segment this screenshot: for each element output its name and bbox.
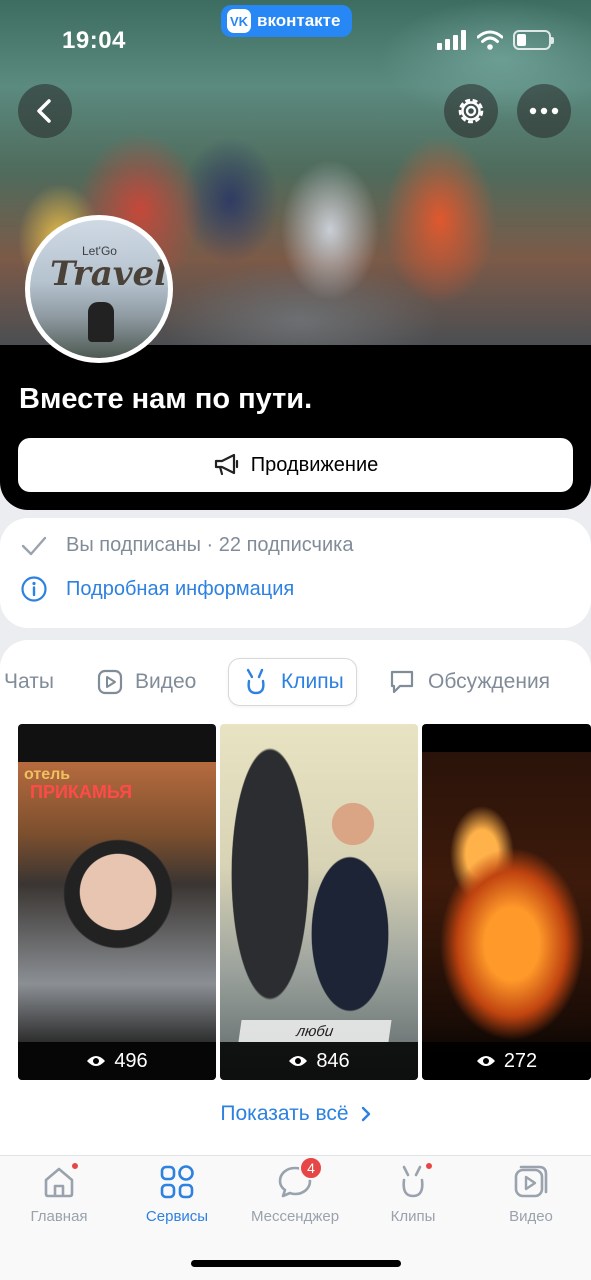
details-link[interactable]: Подробная информация — [20, 575, 294, 603]
nav-label: Главная — [30, 1208, 88, 1225]
tab-label: Обсуждения — [428, 670, 551, 693]
tab-label: Чаты — [4, 670, 54, 693]
show-all-label: Показать всё — [220, 1102, 349, 1125]
nav-item-home[interactable]: Главная — [0, 1162, 118, 1232]
nav-label: Мессенджер — [250, 1208, 340, 1225]
show-all-link[interactable]: Показать всё — [0, 1102, 591, 1126]
nav-label: Сервисы — [145, 1208, 209, 1225]
subscription-status[interactable]: Вы подписаны · 22 подписчика — [20, 534, 353, 557]
nav-label: Клипы — [390, 1208, 436, 1225]
subscription-text: Вы подписаны · 22 подписчика — [66, 534, 354, 556]
tab-discussions[interactable]: Обсуждения — [388, 658, 550, 706]
clip-views-count: 846 — [316, 1049, 350, 1072]
discussion-icon — [390, 670, 414, 694]
content-tabs: Чаты Видео Клипы Обсуждения — [0, 658, 591, 706]
avatar-person-figure — [88, 302, 114, 342]
nav-item-video[interactable]: Видео — [472, 1162, 590, 1232]
nav-item-clips[interactable]: Клипы — [354, 1162, 472, 1232]
clips-icon — [246, 668, 265, 695]
eye-icon — [87, 1056, 106, 1066]
tab-video[interactable]: Видео — [97, 658, 196, 706]
promotion-button-label: Продвижение — [250, 453, 379, 476]
promotion-button[interactable]: Продвижение — [18, 438, 573, 492]
check-icon — [21, 536, 47, 555]
video-icon — [511, 1162, 551, 1202]
settings-button[interactable] — [444, 84, 498, 138]
clip-views-count: 496 — [114, 1049, 148, 1072]
avatar-title-text: Travel — [50, 254, 168, 294]
messenger-icon: 4 — [275, 1156, 323, 1202]
clip-card[interactable]: отель ПРИКАМЬЯ 496 — [18, 724, 216, 1080]
clip-sign-text: ПРИКАМЬЯ — [30, 782, 133, 802]
tab-label: Клипы — [281, 670, 344, 693]
unread-badge: 4 — [299, 1156, 323, 1180]
status-icons — [437, 30, 554, 50]
battery-icon — [513, 30, 554, 50]
status-time: 19:04 — [62, 27, 126, 54]
group-avatar[interactable]: Let'Go Travel — [25, 215, 173, 363]
nav-item-messenger[interactable]: 4 Мессенджер — [236, 1156, 354, 1232]
details-link-label: Подробная информация — [66, 577, 295, 600]
eye-icon — [476, 1056, 495, 1066]
group-title: Вместе нам по пути. — [19, 383, 313, 415]
avatar-image: Let'Go Travel — [30, 220, 168, 358]
vk-logo-icon: VK — [227, 9, 251, 33]
nav-label: Видео — [509, 1208, 553, 1225]
clip-caption: люби — [238, 1020, 392, 1042]
clip-views-count: 272 — [503, 1049, 538, 1072]
clip-card[interactable]: 272 — [422, 724, 591, 1080]
vk-app-name: вконтакте — [257, 11, 341, 30]
clip-views: 496 — [18, 1042, 216, 1080]
home-indicator[interactable] — [191, 1260, 401, 1267]
group-page: 19:04 VK вконтакте Let'Go Travel Вместе … — [0, 0, 591, 1280]
wifi-icon — [477, 30, 503, 50]
back-button[interactable] — [18, 84, 72, 138]
clips-row: отель ПРИКАМЬЯ 496 люби 846 272 — [18, 724, 591, 1080]
megaphone-icon — [214, 453, 238, 476]
notification-dot — [71, 1162, 79, 1170]
back-arrow-icon — [37, 99, 51, 123]
home-icon — [39, 1162, 79, 1202]
video-icon — [97, 669, 123, 695]
tab-label: Видео — [135, 670, 197, 693]
vk-app-badge[interactable]: VK вконтакте — [221, 5, 353, 37]
info-icon — [21, 576, 47, 602]
services-icon — [157, 1162, 197, 1202]
clip-card[interactable]: люби 846 — [220, 724, 418, 1080]
status-bar: 19:04 VK вконтакте — [0, 0, 591, 80]
content-card: Чаты Видео Клипы Обсуждения отель ПРИКАМ… — [0, 640, 591, 1160]
clip-views: 846 — [220, 1042, 418, 1080]
clip-views: 272 — [422, 1042, 591, 1080]
nav-item-services[interactable]: Сервисы — [118, 1162, 236, 1232]
eye-icon — [289, 1056, 308, 1066]
tab-clips[interactable]: Клипы — [228, 658, 357, 706]
clips-icon — [393, 1162, 433, 1202]
group-header: 19:04 VK вконтакте Let'Go Travel Вместе … — [0, 0, 591, 510]
more-button[interactable] — [517, 84, 571, 138]
more-dots-icon — [529, 107, 559, 115]
gear-icon — [458, 98, 484, 124]
notification-dot — [425, 1162, 433, 1170]
signal-icon — [437, 30, 466, 50]
chevron-right-icon — [361, 1106, 370, 1122]
tab-chats[interactable]: Чаты — [4, 658, 54, 706]
info-card: Вы подписаны · 22 подписчика Подробная и… — [0, 518, 591, 628]
